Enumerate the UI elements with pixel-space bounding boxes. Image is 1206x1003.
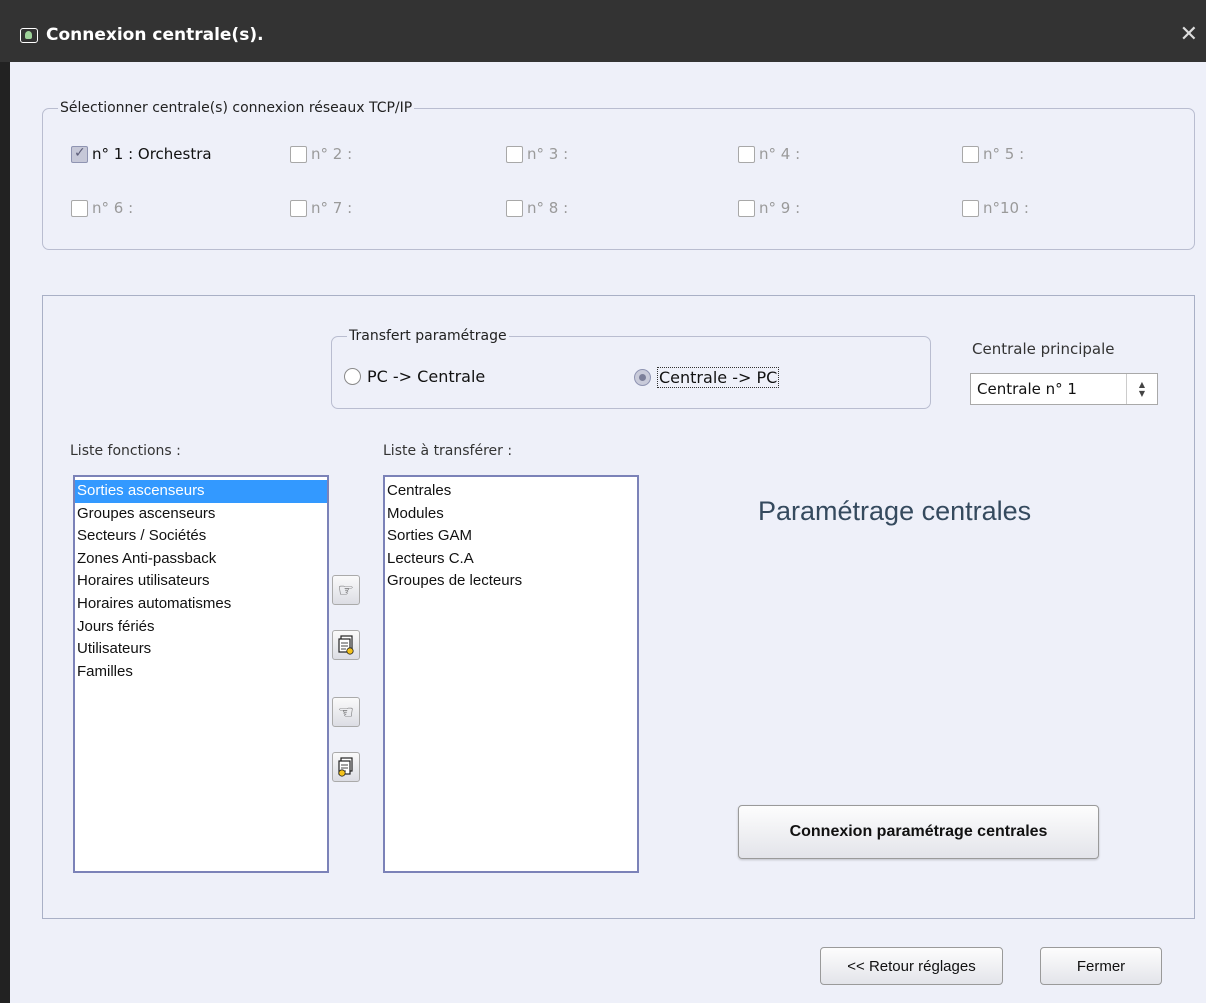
liste-fonctions-label: Liste fonctions : [70, 443, 181, 459]
hand-pointing-right-icon: ☞ [337, 579, 355, 601]
radio-centrale-to-pc[interactable]: Centrale -> PC [634, 367, 780, 388]
centrale-2-checkbox[interactable]: n° 2 : [290, 145, 352, 163]
remove-selected-button[interactable]: ☜ [332, 697, 360, 727]
fermer-button[interactable]: Fermer [1040, 947, 1162, 985]
centrale-7-label: n° 7 : [311, 199, 353, 217]
centrale-4-checkbox[interactable]: n° 4 : [738, 145, 800, 163]
radio-icon [344, 368, 361, 385]
add-selected-button[interactable]: ☞ [332, 575, 360, 605]
list-item[interactable]: Modules [385, 503, 637, 526]
liste-transferer-listbox[interactable]: Centrales Modules Sorties GAM Lecteurs C… [383, 475, 639, 873]
checkbox-icon [962, 145, 979, 163]
centrale-1-checkbox[interactable]: n° 1 : Orchestra [71, 145, 212, 163]
centrale-7-checkbox[interactable]: n° 7 : [290, 199, 352, 217]
centrale-10-checkbox[interactable]: n°10 : [962, 199, 1029, 217]
list-item[interactable]: Lecteurs C.A [385, 548, 637, 571]
list-item[interactable]: Groupes de lecteurs [385, 570, 637, 593]
centrale-principale-spinbox[interactable]: Centrale n° 1 ▲ ▼ [970, 373, 1158, 405]
checkbox-icon [71, 199, 88, 217]
list-item[interactable]: Jours fériés [75, 616, 327, 639]
list-item[interactable]: Utilisateurs [75, 638, 327, 661]
centrale-8-checkbox[interactable]: n° 8 : [506, 199, 568, 217]
centrale-9-checkbox[interactable]: n° 9 : [738, 199, 800, 217]
centrale-5-checkbox[interactable]: n° 5 : [962, 145, 1024, 163]
list-item[interactable]: Familles [75, 661, 327, 684]
centrales-group-legend: Sélectionner centrale(s) connexion résea… [60, 100, 413, 116]
centrale-3-label: n° 3 : [527, 145, 569, 163]
remove-all-button[interactable] [332, 752, 360, 782]
list-item[interactable]: Horaires automatismes [75, 593, 327, 616]
centrale-6-label: n° 6 : [92, 199, 134, 217]
connexion-centrale-window: Connexion centrale(s). ✕ Sélectionner ce… [0, 0, 1206, 1003]
checkbox-icon [738, 145, 755, 163]
radio-pc-to-centrale[interactable]: PC -> Centrale [344, 367, 485, 386]
centrale-5-label: n° 5 : [983, 145, 1025, 163]
liste-fonctions-listbox[interactable]: Sorties ascenseurs Groupes ascenseurs Se… [73, 475, 329, 873]
radio-pc-to-centrale-label: PC -> Centrale [367, 367, 486, 386]
centrale-principale-label: Centrale principale [972, 340, 1115, 358]
checkbox-checked-icon [71, 145, 88, 163]
spin-arrows-icon[interactable]: ▲ ▼ [1126, 374, 1157, 404]
title-bar[interactable]: Connexion centrale(s). ✕ [0, 0, 1206, 62]
centrales-selection-group: Sélectionner centrale(s) connexion résea… [42, 100, 1195, 250]
app-icon [20, 28, 38, 43]
centrale-8-label: n° 8 : [527, 199, 569, 217]
connexion-parametrage-button[interactable]: Connexion paramétrage centrales [738, 805, 1099, 859]
list-item[interactable]: Centrales [385, 480, 637, 503]
checkbox-icon [290, 199, 307, 217]
add-all-button[interactable] [332, 630, 360, 660]
checkbox-icon [962, 199, 979, 217]
transfert-group-legend: Transfert paramétrage [349, 328, 507, 344]
retour-reglages-button[interactable]: << Retour réglages [820, 947, 1003, 985]
list-item[interactable]: Zones Anti-passback [75, 548, 327, 571]
radio-selected-icon [634, 369, 651, 386]
checkbox-icon [290, 145, 307, 163]
list-item[interactable]: Horaires utilisateurs [75, 570, 327, 593]
list-item[interactable]: Groupes ascenseurs [75, 503, 327, 526]
window-title: Connexion centrale(s). [46, 25, 264, 45]
centrale-10-label: n°10 : [983, 199, 1029, 217]
list-item[interactable]: Sorties ascenseurs [75, 480, 327, 503]
centrale-6-checkbox[interactable]: n° 6 : [71, 199, 133, 217]
document-stack-add-icon [338, 635, 354, 655]
close-window-button[interactable]: ✕ [1180, 22, 1198, 47]
centrale-9-label: n° 9 : [759, 199, 801, 217]
liste-transferer-label: Liste à transférer : [383, 443, 513, 459]
list-item[interactable]: Secteurs / Sociétés [75, 525, 327, 548]
checkbox-icon [506, 145, 523, 163]
checkbox-icon [506, 199, 523, 217]
radio-centrale-to-pc-label: Centrale -> PC [657, 367, 780, 388]
centrale-1-label: n° 1 : Orchestra [92, 145, 212, 163]
centrale-3-checkbox[interactable]: n° 3 : [506, 145, 568, 163]
list-item[interactable]: Sorties GAM [385, 525, 637, 548]
section-title: Paramétrage centrales [758, 496, 1032, 526]
document-stack-remove-icon [338, 757, 353, 777]
centrale-2-label: n° 2 : [311, 145, 353, 163]
checkbox-icon [738, 199, 755, 217]
hand-pointing-left-icon: ☜ [337, 701, 355, 723]
centrale-principale-value: Centrale n° 1 [977, 380, 1077, 398]
centrale-4-label: n° 4 : [759, 145, 801, 163]
